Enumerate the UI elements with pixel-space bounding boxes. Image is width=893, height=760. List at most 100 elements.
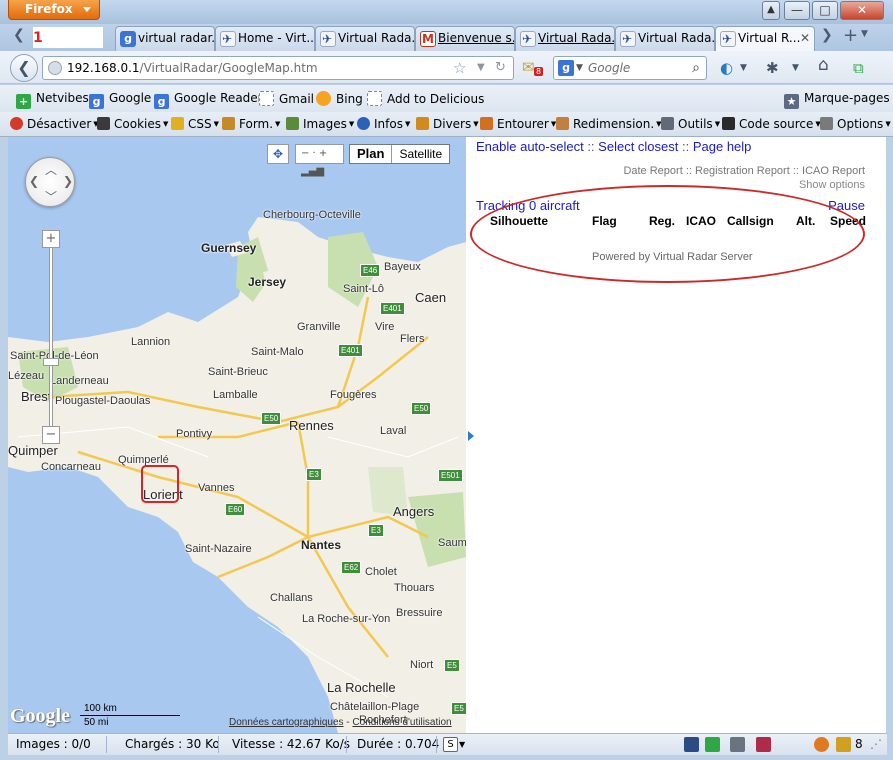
select-closest-link[interactable]: Select closest bbox=[598, 139, 678, 154]
new-tab-icon[interactable]: + bbox=[843, 25, 858, 46]
wd-forms-menu[interactable]: Form. ▼ bbox=[222, 117, 280, 131]
map-city-label: Granville bbox=[297, 321, 341, 333]
mail-icon[interactable]: ✉ bbox=[522, 59, 535, 75]
bookmark-delicious[interactable]: Add to Delicious bbox=[367, 91, 484, 106]
grid-icon[interactable] bbox=[684, 737, 699, 752]
google-icon: g bbox=[120, 31, 136, 47]
minimize-button[interactable]: — bbox=[784, 1, 810, 20]
flag-icon[interactable] bbox=[756, 737, 771, 752]
maximize-button[interactable]: □ bbox=[812, 1, 838, 20]
map-terms-link[interactable]: Conditions d'utilisation bbox=[352, 717, 451, 728]
bookmark-google-reader[interactable]: g Google Reader bbox=[154, 91, 263, 109]
bookmark-bing[interactable]: Bing bbox=[316, 91, 363, 106]
zoom-in-button[interactable]: + bbox=[42, 230, 60, 248]
wd-disable-menu[interactable]: Désactiver ▼ bbox=[10, 117, 99, 131]
google-map[interactable]: Cherbourg-Octeville Guernsey Jersey Baye… bbox=[8, 137, 466, 733]
back-button[interactable]: ❮ bbox=[10, 54, 38, 82]
pan-left-icon[interactable]: ❮ bbox=[29, 174, 39, 188]
date-report-link[interactable]: Date Report bbox=[623, 165, 682, 177]
map-city-label: Vannes bbox=[198, 482, 235, 494]
addon-icon[interactable]: ⧉ bbox=[853, 60, 864, 76]
wd-tools-menu[interactable]: Outils ▼ bbox=[661, 117, 720, 131]
extension-icon[interactable]: ◐ bbox=[720, 60, 733, 76]
map-type-plan-button[interactable]: Plan bbox=[350, 145, 393, 163]
small-zoom-control[interactable]: − · + ▂▄▆ bbox=[295, 144, 344, 177]
wd-cookies-menu[interactable]: Cookies ▼ bbox=[97, 117, 168, 131]
link-separator: :: bbox=[587, 139, 595, 154]
map-city-label: Pontivy bbox=[176, 428, 213, 440]
chevron-down-icon[interactable]: ▼ bbox=[740, 60, 747, 76]
wd-resize-menu[interactable]: Redimension. ▼ bbox=[556, 117, 662, 131]
status-divider bbox=[106, 736, 107, 753]
stats-icon[interactable] bbox=[730, 737, 745, 752]
tab-virtual-radar-search[interactable]: g virtual radar... bbox=[115, 26, 215, 51]
bookmark-google[interactable]: g Google bbox=[89, 91, 151, 109]
close-button[interactable]: ✕ bbox=[840, 1, 884, 20]
bookmark-gmail[interactable]: Gmail bbox=[259, 91, 314, 106]
tab-virtual-radar-3[interactable]: Virtual Rada... bbox=[615, 26, 715, 51]
wd-outline-menu[interactable]: Entourer ▼ bbox=[480, 117, 556, 131]
puzzle-icon[interactable] bbox=[705, 737, 720, 752]
tab-virtual-radar-active[interactable]: Virtual R... ✕ bbox=[715, 26, 815, 51]
icao-report-link[interactable]: ICAO Report bbox=[802, 165, 865, 177]
home-icon[interactable]: ⌂ bbox=[818, 57, 829, 74]
wd-options-menu[interactable]: Options ▼ bbox=[820, 117, 891, 131]
firefox-icon[interactable] bbox=[814, 737, 829, 752]
firefox-menu-button[interactable]: Firefox bbox=[8, 0, 100, 20]
zoom-out-button[interactable]: − bbox=[42, 426, 60, 444]
move-icon[interactable]: ✥ bbox=[267, 144, 289, 164]
map-city-label: Niort bbox=[410, 659, 434, 671]
tab-list-icon[interactable]: ▲ bbox=[762, 1, 780, 20]
chevron-down-icon[interactable]: ▼ bbox=[477, 57, 485, 79]
zoom-slider-handle[interactable] bbox=[43, 358, 59, 366]
scroll-tabs-right-icon[interactable]: ❯ bbox=[821, 27, 833, 43]
enable-autoselect-link[interactable]: Enable auto-select bbox=[476, 139, 584, 154]
map-type-satellite-button[interactable]: Satellite bbox=[392, 145, 449, 163]
wd-label: CSS bbox=[188, 117, 212, 131]
tab-first[interactable] bbox=[33, 27, 103, 48]
pan-up-icon[interactable]: ︿ bbox=[45, 161, 57, 178]
tab-virtual-radar-2[interactable]: Virtual Rada... bbox=[515, 26, 615, 51]
registration-report-link[interactable]: Registration Report bbox=[695, 165, 790, 177]
resize-grip-icon[interactable]: ⋰ bbox=[870, 737, 882, 751]
wd-misc-menu[interactable]: Divers ▼ bbox=[416, 117, 479, 131]
zoom-slider-track[interactable] bbox=[49, 233, 53, 439]
tools-icon[interactable]: ✱ bbox=[766, 60, 779, 76]
url-input[interactable]: 192.168.0.1/VirtualRadar/GoogleMap.htm ☆… bbox=[42, 56, 514, 80]
tab-virtual-radar-1[interactable]: Virtual Rada... bbox=[315, 26, 415, 51]
info-icon bbox=[357, 117, 370, 130]
mail-icon[interactable] bbox=[836, 737, 851, 752]
pan-right-icon[interactable]: ❯ bbox=[63, 174, 73, 188]
tab-bienvenue[interactable]: M Bienvenue s... bbox=[415, 26, 515, 51]
close-tab-icon[interactable]: ✕ bbox=[800, 27, 810, 50]
wd-css-menu[interactable]: CSS ▼ bbox=[171, 117, 219, 131]
wd-infos-menu[interactable]: Infos ▼ bbox=[357, 117, 410, 131]
tab-label: Virtual Rada... bbox=[338, 31, 415, 45]
chevron-down-icon[interactable]: ▼ bbox=[792, 60, 799, 76]
chevron-down-icon[interactable]: ▼ bbox=[459, 740, 465, 749]
map-city-label: Landerneau bbox=[50, 375, 109, 387]
pan-control[interactable]: ︿ ﹀ ❮ ❯ bbox=[25, 157, 75, 207]
bookmark-label: Google Reader bbox=[174, 91, 263, 105]
page-style-icon[interactable]: S bbox=[443, 737, 458, 752]
show-options-link[interactable]: Show options bbox=[799, 179, 865, 191]
search-icon[interactable]: ⌕ bbox=[692, 57, 700, 79]
wd-images-menu[interactable]: Images ▼ bbox=[286, 117, 354, 131]
search-input[interactable]: g ▼ Google ⌕ bbox=[553, 56, 707, 80]
google-icon: g bbox=[89, 94, 104, 109]
tab-home-virtual[interactable]: Home - Virt... bbox=[215, 26, 315, 51]
map-data-link[interactable]: Données cartographiques bbox=[229, 717, 344, 728]
bookmark-star-icon[interactable]: ☆ bbox=[453, 57, 466, 79]
bookmarks-menu[interactable]: ★ Marque-pages bbox=[784, 91, 890, 109]
bookmark-netvibes[interactable]: + Netvibes bbox=[16, 91, 89, 109]
globe-icon bbox=[48, 61, 62, 75]
reload-icon[interactable]: ↻ bbox=[495, 57, 506, 79]
wd-source-menu[interactable]: Code source ▼ bbox=[722, 117, 821, 131]
status-bar: Images : 0/0 Chargés : 30 Ko Vitesse : 4… bbox=[8, 733, 887, 755]
map-city-label: Angers bbox=[393, 504, 435, 519]
page-help-link[interactable]: Page help bbox=[693, 139, 752, 154]
chevron-down-icon[interactable]: ▼ bbox=[861, 29, 868, 39]
scroll-tabs-left-icon[interactable]: ❮ bbox=[13, 27, 25, 43]
pan-down-icon[interactable]: ﹀ bbox=[45, 188, 57, 205]
map-city-label: Quimper bbox=[8, 443, 58, 458]
